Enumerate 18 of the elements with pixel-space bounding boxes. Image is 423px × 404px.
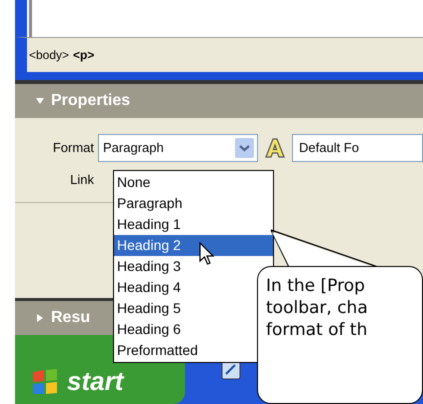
callout-text: In the [Prop toolbar, cha format of th	[266, 275, 369, 341]
menu-item[interactable]: None	[114, 172, 273, 193]
menu-item[interactable]: Heading 2	[114, 235, 273, 256]
format-dropdown[interactable]: Paragraph	[98, 134, 258, 162]
menu-item[interactable]: Heading 1	[114, 214, 273, 235]
field-label: Format	[52, 139, 95, 158]
field-value: Default Fo	[299, 139, 359, 158]
font-field[interactable]: Default Fo	[292, 134, 423, 162]
tag-link[interactable]: <p>	[73, 46, 94, 64]
panel-title: Properties	[51, 91, 130, 111]
windows-logo-icon	[31, 368, 59, 394]
tag-link[interactable]: <body>	[29, 46, 70, 64]
field-label: Link	[69, 171, 95, 190]
dropdown-value: Paragraph	[103, 139, 164, 158]
mouse-pointer-icon	[199, 242, 215, 266]
panel-title: Resu	[51, 308, 90, 328]
menu-item[interactable]: Paragraph	[114, 193, 273, 214]
font-a-icon[interactable]	[264, 138, 286, 158]
